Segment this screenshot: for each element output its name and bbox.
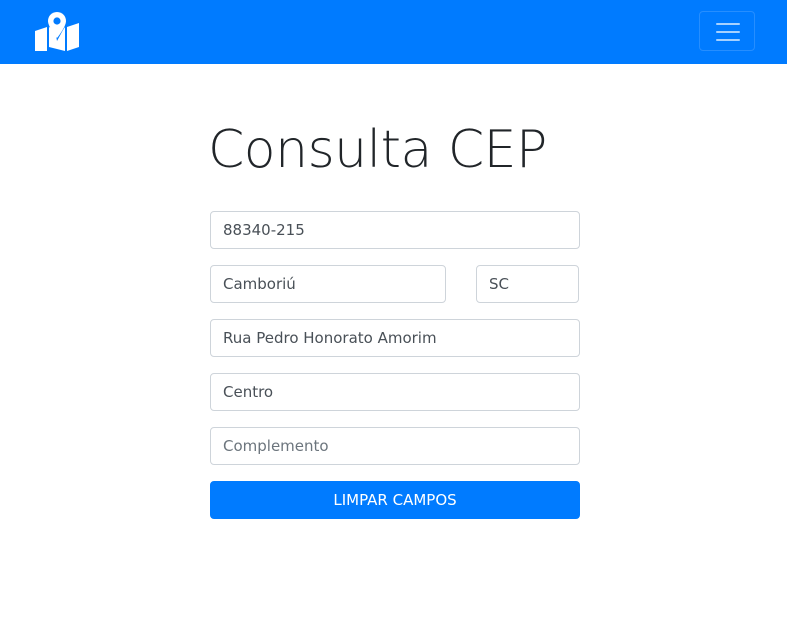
neighborhood-input[interactable]: [210, 373, 580, 411]
page-title: Consulta CEP: [208, 120, 547, 180]
clear-fields-button[interactable]: LIMPAR CAMPOS: [210, 481, 580, 519]
street-input[interactable]: [210, 319, 580, 357]
map-marker-icon[interactable]: [33, 11, 81, 53]
navbar-toggler-button[interactable]: [699, 11, 755, 51]
cep-input[interactable]: [210, 211, 580, 249]
hamburger-menu-icon: [716, 23, 740, 25]
city-input[interactable]: [210, 265, 446, 303]
state-input[interactable]: [476, 265, 579, 303]
top-navbar: [0, 0, 787, 64]
complement-input[interactable]: [210, 427, 580, 465]
